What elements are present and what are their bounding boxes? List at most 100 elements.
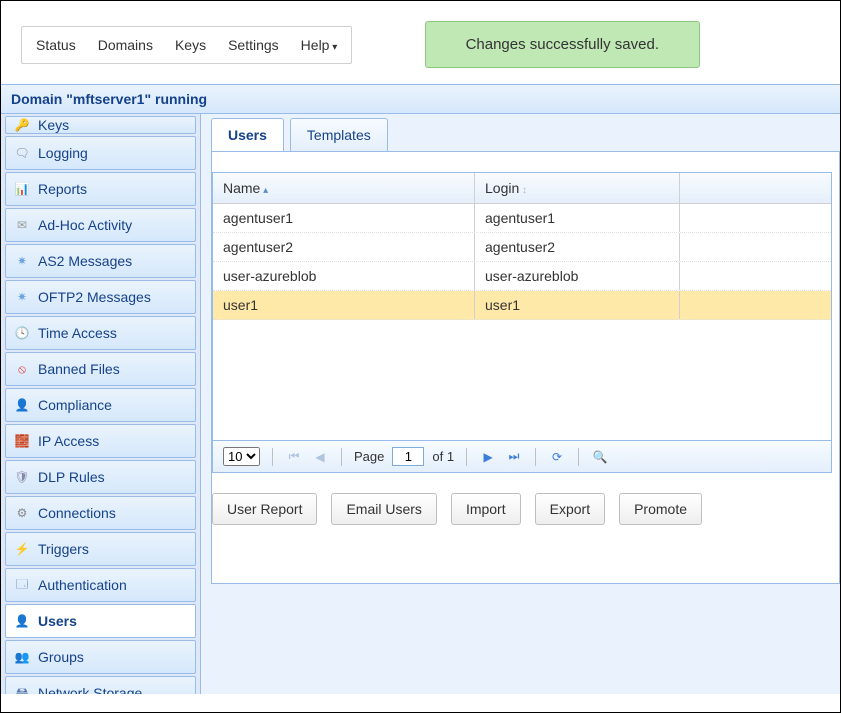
dlp-icon: 🛡 [14, 469, 30, 485]
sidebar-item-keys[interactable]: 🔑 Keys [5, 116, 196, 134]
page-total-label: of 1 [432, 449, 454, 464]
pager: 10 ⏮ ◀ Page of 1 ▶ ⏭ ⟳ [213, 440, 831, 472]
cell-login: user-azureblob [475, 262, 680, 290]
sidebar-item-authentication[interactable]: 🗔 Authentication [5, 568, 196, 602]
users-panel: Name Login agentuser1 agentuser1 agentus… [211, 151, 840, 584]
grid-body: agentuser1 agentuser1 agentuser2 agentus… [213, 204, 831, 440]
sidebar-item-label: DLP Rules [38, 469, 105, 485]
top-bar: Status Domains Keys Settings Help Change… [1, 1, 840, 84]
promote-button[interactable]: Promote [619, 493, 702, 525]
last-page-icon[interactable]: ⏭ [505, 448, 523, 466]
sidebar-item-label: Network Storage [38, 685, 142, 694]
sidebar-item-logging[interactable]: 🗨 Logging [5, 136, 196, 170]
sidebar-item-time-access[interactable]: 🕓 Time Access [5, 316, 196, 350]
cell-login: agentuser1 [475, 204, 680, 232]
sidebar: 🔑 Keys 🗨 Logging 📊 Reports ✉ Ad-Hoc Acti… [1, 114, 201, 694]
page-number-input[interactable] [392, 447, 424, 466]
search-icon[interactable]: 🔍 [591, 448, 609, 466]
cell-login: agentuser2 [475, 233, 680, 261]
tab-templates[interactable]: Templates [290, 118, 388, 151]
triggers-icon: ⚡ [14, 541, 30, 557]
sidebar-item-label: Logging [38, 145, 88, 161]
users-icon: 👤 [14, 613, 30, 629]
sidebar-item-as2[interactable]: ✷ AS2 Messages [5, 244, 196, 278]
as2-icon: ✷ [14, 253, 30, 269]
content-area: Users Templates Name Login agentuser1 ag… [201, 114, 840, 694]
sidebar-item-dlp-rules[interactable]: 🛡 DLP Rules [5, 460, 196, 494]
next-page-icon[interactable]: ▶ [479, 448, 497, 466]
cell-name: user1 [213, 291, 475, 319]
separator [535, 448, 536, 466]
connections-icon: ⚙ [14, 505, 30, 521]
sidebar-item-banned-files[interactable]: ⦸ Banned Files [5, 352, 196, 386]
sidebar-item-compliance[interactable]: 👤 Compliance [5, 388, 196, 422]
sidebar-item-label: AS2 Messages [38, 253, 132, 269]
sidebar-item-groups[interactable]: 👥 Groups [5, 640, 196, 674]
tab-bar: Users Templates [211, 114, 840, 151]
banned-icon: ⦸ [14, 361, 30, 377]
key-icon: 🔑 [14, 117, 30, 133]
ip-icon: 🧱 [14, 433, 30, 449]
user-report-button[interactable]: User Report [212, 493, 317, 525]
auth-icon: 🗔 [14, 577, 30, 593]
success-alert: Changes successfully saved. [425, 21, 700, 68]
grid-spacer [213, 320, 831, 440]
tab-users[interactable]: Users [211, 118, 284, 151]
action-buttons: User Report Email Users Import Export Pr… [212, 473, 839, 525]
cell-login: user1 [475, 291, 680, 319]
column-header-name[interactable]: Name [213, 173, 475, 203]
cell-name: user-azureblob [213, 262, 475, 290]
table-row[interactable]: user1 user1 [213, 291, 831, 320]
sidebar-item-label: Ad-Hoc Activity [38, 217, 132, 233]
sidebar-item-reports[interactable]: 📊 Reports [5, 172, 196, 206]
nav-settings[interactable]: Settings [228, 37, 279, 53]
page-size-select[interactable]: 10 [223, 447, 260, 466]
nav-help[interactable]: Help [301, 37, 338, 53]
top-nav: Status Domains Keys Settings Help [21, 26, 352, 64]
nav-domains[interactable]: Domains [98, 37, 153, 53]
separator [466, 448, 467, 466]
time-icon: 🕓 [14, 325, 30, 341]
email-users-button[interactable]: Email Users [331, 493, 436, 525]
column-header-empty [680, 173, 831, 203]
sidebar-item-label: Keys [38, 117, 69, 133]
table-row[interactable]: agentuser1 agentuser1 [213, 204, 831, 233]
mail-icon: ✉ [14, 217, 30, 233]
sidebar-item-users[interactable]: 👤 Users [5, 604, 196, 638]
logging-icon: 🗨 [14, 145, 30, 161]
prev-page-icon[interactable]: ◀ [311, 448, 329, 466]
import-button[interactable]: Import [451, 493, 521, 525]
sidebar-item-oftp2[interactable]: ✷ OFTP2 Messages [5, 280, 196, 314]
cell-name: agentuser2 [213, 233, 475, 261]
export-button[interactable]: Export [535, 493, 605, 525]
first-page-icon[interactable]: ⏮ [285, 448, 303, 466]
sidebar-item-label: Compliance [38, 397, 112, 413]
separator [341, 448, 342, 466]
nav-keys[interactable]: Keys [175, 37, 206, 53]
sidebar-item-ip-access[interactable]: 🧱 IP Access [5, 424, 196, 458]
refresh-icon[interactable]: ⟳ [548, 448, 566, 466]
sidebar-item-triggers[interactable]: ⚡ Triggers [5, 532, 196, 566]
table-row[interactable]: user-azureblob user-azureblob [213, 262, 831, 291]
table-row[interactable]: agentuser2 agentuser2 [213, 233, 831, 262]
cell-name: agentuser1 [213, 204, 475, 232]
separator [578, 448, 579, 466]
sidebar-item-network-storage[interactable]: 🖴 Network Storage [5, 676, 196, 694]
separator [272, 448, 273, 466]
sidebar-item-connections[interactable]: ⚙ Connections [5, 496, 196, 530]
sidebar-item-label: Groups [38, 649, 84, 665]
column-header-login[interactable]: Login [475, 173, 680, 203]
storage-icon: 🖴 [14, 685, 30, 694]
domain-status: Domain "mftserver1" running [1, 84, 840, 114]
nav-status[interactable]: Status [36, 37, 76, 53]
sidebar-item-adhoc[interactable]: ✉ Ad-Hoc Activity [5, 208, 196, 242]
sidebar-item-label: Authentication [38, 577, 127, 593]
sidebar-item-label: IP Access [38, 433, 99, 449]
grid-header: Name Login [213, 173, 831, 204]
page-label: Page [354, 449, 384, 464]
main-area: 🔑 Keys 🗨 Logging 📊 Reports ✉ Ad-Hoc Acti… [1, 114, 840, 694]
groups-icon: 👥 [14, 649, 30, 665]
sidebar-item-label: Triggers [38, 541, 89, 557]
sidebar-item-label: Users [38, 613, 77, 629]
users-grid: Name Login agentuser1 agentuser1 agentus… [212, 172, 832, 473]
